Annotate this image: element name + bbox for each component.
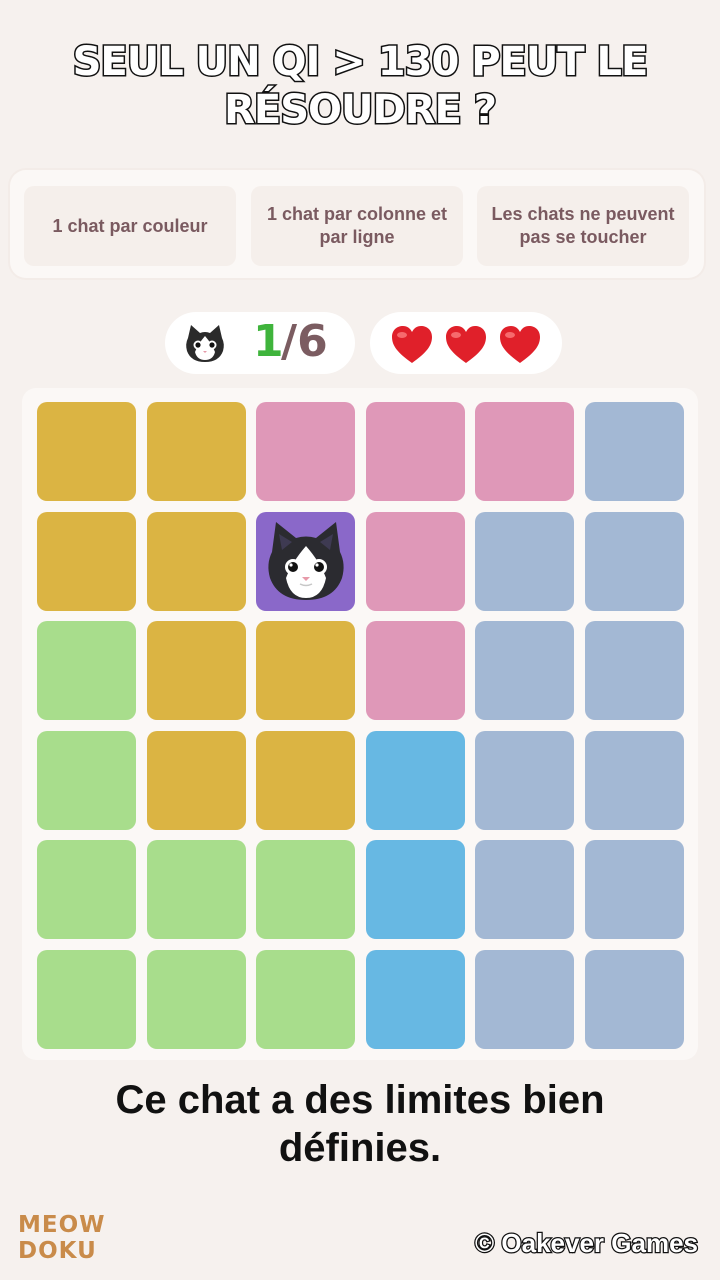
grid-cell[interactable] xyxy=(475,730,574,830)
grid-cell[interactable] xyxy=(256,840,355,939)
grid-cell[interactable] xyxy=(584,840,684,939)
grid-cell[interactable] xyxy=(475,402,574,501)
grid-cell[interactable] xyxy=(37,730,136,830)
grid-cell[interactable] xyxy=(146,621,246,720)
grid-cell[interactable] xyxy=(584,730,684,830)
heart-icon xyxy=(446,326,486,363)
grid-cell[interactable] xyxy=(365,402,465,501)
grid-cell[interactable] xyxy=(584,511,684,611)
grid-cell[interactable] xyxy=(365,730,465,830)
grid-cell[interactable] xyxy=(256,511,355,611)
grid-cell[interactable] xyxy=(475,621,574,720)
grid-cell[interactable] xyxy=(146,949,246,1049)
grid-cell[interactable] xyxy=(365,840,465,939)
cat-face-icon xyxy=(186,325,224,362)
grid-cell[interactable] xyxy=(475,840,574,939)
grid-cell[interactable] xyxy=(146,840,246,939)
copyright: © Oakever Games xyxy=(474,1227,699,1260)
grid-cell[interactable] xyxy=(584,621,684,720)
grid-cell[interactable] xyxy=(365,949,465,1049)
cats-placed-count: 1 xyxy=(253,316,284,367)
heart-icon xyxy=(392,326,432,363)
grid-cell[interactable] xyxy=(256,621,355,720)
grid-cell[interactable] xyxy=(146,402,246,501)
logo-line-1: MEOW xyxy=(18,1212,106,1238)
grid-cell[interactable] xyxy=(256,402,355,501)
cat-face-icon xyxy=(268,521,344,600)
grid-cell[interactable] xyxy=(256,949,355,1049)
rules-panel: 1 chat par couleur 1 chat par colonne et… xyxy=(10,170,704,278)
rule-no-touching: Les chats ne peuvent pas se toucher xyxy=(477,186,689,266)
rule-one-per-color: 1 chat par couleur xyxy=(24,186,236,266)
grid-cell[interactable] xyxy=(37,949,136,1049)
cat-counter: 1 /6 xyxy=(165,312,355,374)
headline: SEUL UN QI > 130 PEUT LE RÉSOUDRE ? xyxy=(71,38,650,135)
grid-cell[interactable] xyxy=(256,730,355,830)
cats-total-count: /6 xyxy=(281,316,328,367)
grid-cell[interactable] xyxy=(146,730,246,830)
lives-panel xyxy=(370,312,562,374)
caption: Ce chat a des limites bien définies. xyxy=(115,1078,605,1170)
grid-cell[interactable] xyxy=(37,402,136,501)
grid-cell[interactable] xyxy=(37,621,136,720)
grid-cell[interactable] xyxy=(37,840,136,939)
meowdoku-logo: MEOW DOKU xyxy=(18,1212,106,1264)
grid-cell[interactable] xyxy=(365,621,465,720)
grid-cell[interactable] xyxy=(475,949,574,1049)
grid-cell[interactable] xyxy=(365,511,465,611)
grid-cell[interactable] xyxy=(146,511,246,611)
logo-line-2: DOKU xyxy=(18,1238,97,1264)
grid-cell[interactable] xyxy=(584,402,684,501)
grid-cell[interactable] xyxy=(584,949,684,1049)
heart-icon xyxy=(500,326,540,363)
puzzle-grid xyxy=(22,388,698,1060)
grid-cell[interactable] xyxy=(475,511,574,611)
grid-cell[interactable] xyxy=(37,511,136,611)
rule-one-per-row-col: 1 chat par colonne et par ligne xyxy=(251,186,463,266)
